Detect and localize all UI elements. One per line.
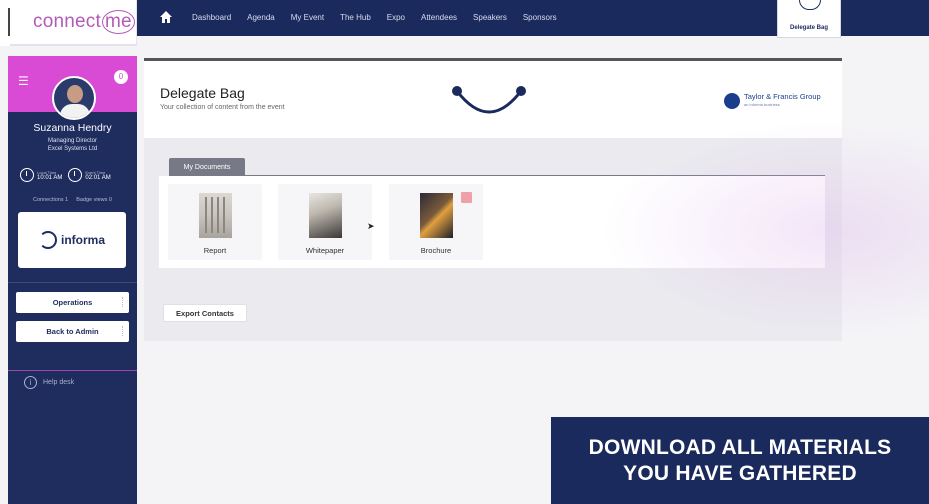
- delegate-bag-header: Delegate Bag Your collection of content …: [144, 61, 842, 138]
- logo-area[interactable]: connect me: [0, 0, 137, 46]
- document-card-report[interactable]: Report: [168, 184, 262, 260]
- connectme-logo: connect me: [33, 10, 135, 34]
- partner-logo: Taylor & Francis Group an informa busines…: [724, 93, 821, 109]
- help-desk-label: Help desk: [43, 379, 75, 386]
- local-time: Local Time 10:01 AM: [20, 168, 62, 182]
- export-contacts-button[interactable]: Export Contacts: [163, 304, 247, 322]
- user-name: Suzanna Hendry: [33, 122, 112, 134]
- partner-sub: an informa business: [744, 102, 780, 107]
- delegate-bag-button[interactable]: Delegate Bag: [777, 0, 841, 38]
- home-icon[interactable]: [159, 10, 173, 24]
- user-company: Excel Systems Ltd: [47, 146, 98, 152]
- back-to-admin-button[interactable]: Back to Admin: [16, 321, 129, 342]
- brochure-thumbnail: [420, 193, 453, 238]
- user-role-block: Managing Director Excel Systems Ltd: [8, 137, 137, 153]
- time-row: Local Time 10:01 AM Event Time 02:01 AM: [20, 168, 111, 182]
- nav-speakers[interactable]: Speakers: [473, 13, 507, 22]
- sponsor-name: informa: [60, 233, 105, 247]
- documents-panel: Report Whitepaper Brochure: [159, 176, 825, 268]
- nav-my-event[interactable]: My Event: [291, 13, 324, 22]
- page-title: Delegate Bag: [160, 85, 245, 101]
- sidebar: ☰ 0 Suzanna Hendry Managing Director Exc…: [8, 56, 137, 504]
- divider: [8, 282, 137, 283]
- stats-row: Connections 1 Badge views 0: [8, 197, 137, 203]
- document-card-brochure[interactable]: Brochure: [389, 184, 483, 260]
- tab-my-documents[interactable]: My Documents: [169, 158, 245, 176]
- info-icon: i: [24, 376, 37, 389]
- document-label: Report: [203, 246, 227, 255]
- divider: [8, 370, 137, 371]
- notification-bell-icon[interactable]: 0: [112, 68, 130, 86]
- promo-caption: DOWNLOAD ALL MATERIALS YOU HAVE GATHERED: [551, 417, 929, 504]
- logo-text: connect: [33, 11, 101, 32]
- event-time: Event Time 02:01 AM: [68, 168, 111, 182]
- remove-icon[interactable]: [461, 192, 472, 203]
- nav-agenda[interactable]: Agenda: [247, 13, 275, 22]
- operations-button[interactable]: Operations: [16, 292, 129, 313]
- avatar[interactable]: [52, 76, 96, 120]
- logo-me: me: [101, 10, 135, 34]
- informa-logo-icon: [38, 231, 57, 249]
- bag-handle-icon: [799, 0, 821, 10]
- clock-icon: [68, 168, 83, 182]
- drag-handle-icon: [122, 326, 123, 336]
- document-card-whitepaper[interactable]: Whitepaper: [278, 184, 372, 260]
- nav-items: Dashboard Agenda My Event The Hub Expo A…: [192, 13, 573, 22]
- operations-label: Operations: [52, 298, 93, 307]
- nav-expo[interactable]: Expo: [387, 13, 405, 22]
- partner-name: Taylor & Francis Group: [744, 92, 821, 101]
- logo-underline: [10, 44, 137, 46]
- nav-dashboard[interactable]: Dashboard: [192, 13, 231, 22]
- notification-count: 0: [118, 72, 124, 81]
- help-desk-link[interactable]: i Help desk: [24, 376, 74, 389]
- connections-count[interactable]: Connections 1: [33, 197, 68, 203]
- logo-divider: [8, 8, 10, 36]
- local-time-value: 10:01 AM: [37, 174, 63, 181]
- document-label: Brochure: [420, 246, 452, 255]
- avatar-shirt: [60, 104, 90, 118]
- nav-sponsors[interactable]: Sponsors: [523, 13, 557, 22]
- page-subtitle: Your collection of content from the even…: [160, 104, 285, 111]
- clock-icon: [20, 168, 34, 182]
- mouse-cursor-icon: ➤: [367, 221, 375, 231]
- whitepaper-thumbnail: [309, 193, 342, 238]
- nav-attendees[interactable]: Attendees: [421, 13, 457, 22]
- document-label: Whitepaper: [305, 246, 345, 255]
- avatar-face: [67, 85, 83, 103]
- menu-icon[interactable]: ☰: [18, 74, 29, 88]
- report-thumbnail: [199, 193, 232, 238]
- delegate-bag-panel: Delegate Bag Your collection of content …: [144, 58, 842, 341]
- drag-handle-icon: [122, 297, 123, 307]
- event-time-value: 02:01 AM: [85, 174, 111, 181]
- bag-handle-icon: [452, 86, 526, 114]
- taylor-francis-logo-icon: [724, 93, 740, 109]
- back-to-admin-label: Back to Admin: [46, 327, 99, 336]
- caption-line-1: DOWNLOAD ALL MATERIALS: [588, 435, 892, 459]
- nav-the-hub[interactable]: The Hub: [340, 13, 371, 22]
- caption-line-2: YOU HAVE GATHERED: [623, 461, 857, 485]
- sponsor-logo-card[interactable]: informa: [18, 212, 126, 268]
- user-role: Managing Director: [47, 138, 98, 144]
- badge-views-count: Badge views 0: [76, 197, 112, 203]
- delegate-bag-label: Delegate Bag: [789, 25, 828, 31]
